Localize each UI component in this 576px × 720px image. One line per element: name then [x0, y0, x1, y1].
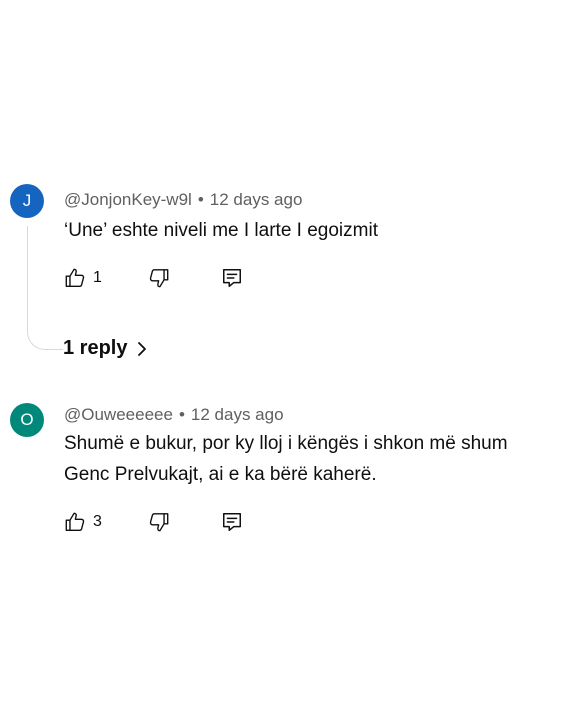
- thumbs-down-icon: [149, 269, 169, 288]
- comment-text-line: Genc Prelvukajt, ai e ka bërë kaherë.: [64, 464, 377, 485]
- like-button[interactable]: 1: [64, 267, 102, 289]
- reply-icon: [223, 269, 241, 287]
- reply-button[interactable]: [221, 267, 243, 289]
- avatar[interactable]: O: [10, 403, 44, 437]
- like-count: 3: [93, 513, 102, 530]
- thread-connector: [27, 226, 63, 350]
- meta-separator: •: [197, 190, 204, 209]
- author-handle[interactable]: @Ouweeeeee: [64, 405, 173, 424]
- dislike-button[interactable]: [148, 267, 170, 289]
- like-count: 1: [93, 269, 102, 286]
- thumbs-up-icon: [65, 512, 85, 531]
- comment-text-line: Shumë e bukur, por ky lloj i këngës i sh…: [64, 433, 508, 454]
- comment-time: 12 days ago: [190, 405, 284, 424]
- dislike-button[interactable]: [148, 511, 170, 533]
- comment-meta: @JonjonKey-w9l • 12 days ago: [64, 190, 302, 210]
- like-button[interactable]: 3: [64, 511, 102, 533]
- thumbs-down-icon: [149, 513, 169, 532]
- thumbs-up-icon: [65, 268, 85, 287]
- comment-meta: @Ouweeeeee • 12 days ago: [64, 405, 284, 425]
- chevron-right-icon: [138, 341, 147, 356]
- comment-text: ‘Une’ eshte niveli me I larte I egoizmit: [64, 215, 378, 246]
- meta-separator: •: [178, 405, 185, 424]
- avatar[interactable]: J: [10, 184, 44, 218]
- reply-icon: [223, 513, 241, 531]
- comment-time: 12 days ago: [209, 190, 303, 209]
- replies-label: 1 reply: [63, 337, 128, 360]
- comment-text-line: ‘Une’ eshte niveli me I larte I egoizmit: [64, 220, 378, 241]
- comment-text: Shumë e bukur, por ky lloj i këngës i sh…: [64, 428, 508, 490]
- author-handle[interactable]: @JonjonKey-w9l: [64, 190, 192, 209]
- view-replies-button[interactable]: 1 reply: [63, 337, 149, 363]
- reply-button[interactable]: [221, 511, 243, 533]
